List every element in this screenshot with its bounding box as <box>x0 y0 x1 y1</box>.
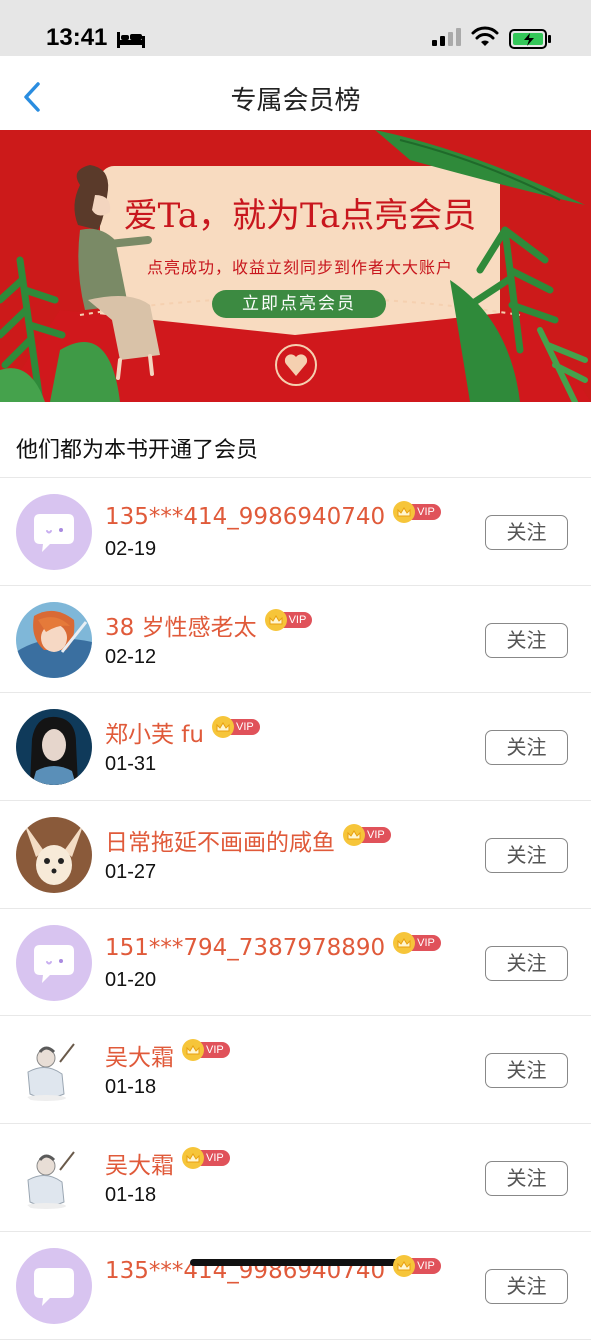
battery-icon <box>509 29 551 49</box>
follow-button[interactable]: 关注 <box>485 945 568 981</box>
default-avatar-icon <box>16 924 92 1001</box>
vip-badge: VIP <box>343 824 391 847</box>
promo-banner[interactable]: 爱Ta，就为Ta点亮会员 点亮成功，收益立刻同步到作者大大账户 立即点亮会员 <box>0 130 591 402</box>
portrait-avatar-image <box>16 709 92 786</box>
crown-icon <box>182 1039 204 1062</box>
vip-badge: VIP <box>212 716 260 739</box>
avatar[interactable] <box>16 924 92 1001</box>
crown-icon <box>393 501 416 523</box>
member-name[interactable]: 日常拖延不画画的咸鱼 <box>105 823 335 857</box>
list-item[interactable]: 151***794_7387978890 VIP 01-20 关注 <box>0 909 591 1017</box>
list-item[interactable]: 吴大霜 VIP 01-18 关注 <box>0 1016 591 1125</box>
status-time: 13:41 <box>46 24 108 51</box>
list-item[interactable]: 吴大霜 VIP 01-18 关注 <box>0 1124 591 1232</box>
vip-badge: VIP <box>393 931 441 954</box>
member-list: 135***414_9986940740 VIP 02-19 关注 38 岁性感… <box>0 478 591 1340</box>
anime-avatar-image <box>16 601 92 678</box>
status-bar: 13:41 <box>0 0 591 56</box>
list-item[interactable]: 日常拖延不画画的咸鱼 VIP 01-27 关注 <box>0 801 591 909</box>
sketch-avatar-image <box>16 1140 92 1217</box>
crown-icon <box>393 1254 416 1277</box>
list-item[interactable]: 郑小芙 fu VIP 01-31 关注 <box>0 693 591 802</box>
list-item[interactable]: 135***414_9986940740 VIP 关注 <box>0 1232 591 1340</box>
member-name[interactable]: 郑小芙 fu <box>105 715 204 749</box>
member-name[interactable]: 吴大霜 <box>105 1146 174 1180</box>
member-name[interactable]: 135***414_9986940740 <box>105 504 385 530</box>
avatar[interactable] <box>16 601 92 678</box>
avatar[interactable] <box>16 1032 92 1109</box>
avatar[interactable] <box>16 1140 92 1217</box>
member-date: 02-19 <box>105 538 157 560</box>
follow-button[interactable]: 关注 <box>485 1268 568 1304</box>
banner-subtitle: 点亮成功，收益立刻同步到作者大大账户 <box>146 258 453 277</box>
section-header: 他们都为本书开通了会员 <box>16 438 259 463</box>
avatar[interactable] <box>16 817 92 894</box>
member-date: 01-18 <box>105 1076 157 1099</box>
nav-bar: 专属会员榜 <box>0 56 591 130</box>
vip-badge: VIP <box>182 1039 230 1062</box>
vip-badge: VIP <box>393 1254 441 1277</box>
vip-badge: VIP <box>393 501 441 523</box>
member-date: 01-18 <box>105 1184 157 1207</box>
wifi-icon <box>471 26 499 46</box>
default-avatar-icon <box>16 1247 92 1324</box>
member-date: 01-31 <box>105 753 157 776</box>
cellular-signal-icon <box>432 28 461 46</box>
crown-icon <box>212 716 234 739</box>
fox-avatar-image <box>16 817 92 894</box>
avatar[interactable] <box>16 494 92 570</box>
vip-badge: VIP <box>182 1147 230 1170</box>
crown-icon <box>393 931 416 954</box>
avatar[interactable] <box>16 709 92 786</box>
follow-button[interactable]: 关注 <box>485 1053 568 1089</box>
light-up-membership-button[interactable]: 立即点亮会员 <box>212 290 386 318</box>
crown-icon <box>264 608 287 631</box>
follow-button[interactable]: 关注 <box>485 622 568 658</box>
crown-icon <box>182 1147 204 1170</box>
page-title: 专属会员榜 <box>230 86 361 116</box>
follow-button[interactable]: 关注 <box>485 1161 568 1197</box>
home-indicator[interactable] <box>190 1259 402 1266</box>
member-date: 01-20 <box>105 968 157 991</box>
default-avatar-icon <box>16 494 92 570</box>
member-name[interactable]: 吴大霜 <box>105 1038 174 1072</box>
member-date: 01-27 <box>105 861 157 884</box>
banner-title: 爱Ta，就为Ta点亮会员 <box>123 196 477 236</box>
avatar[interactable] <box>16 1247 92 1324</box>
list-item[interactable]: 135***414_9986940740 VIP 02-19 关注 <box>0 478 591 586</box>
member-name[interactable]: 38 岁性感老太 <box>105 608 257 642</box>
follow-button[interactable]: 关注 <box>485 515 568 550</box>
sleep-icon <box>117 32 145 48</box>
follow-button[interactable]: 关注 <box>485 730 568 766</box>
member-date: 02-12 <box>105 645 157 668</box>
member-name[interactable]: 151***794_7387978890 <box>105 935 385 961</box>
list-item[interactable]: 38 岁性感老太 VIP 02-12 关注 <box>0 586 591 694</box>
vip-badge: VIP <box>264 608 313 631</box>
sketch-avatar-image <box>16 1032 92 1109</box>
follow-button[interactable]: 关注 <box>485 838 568 874</box>
crown-icon <box>343 824 365 847</box>
